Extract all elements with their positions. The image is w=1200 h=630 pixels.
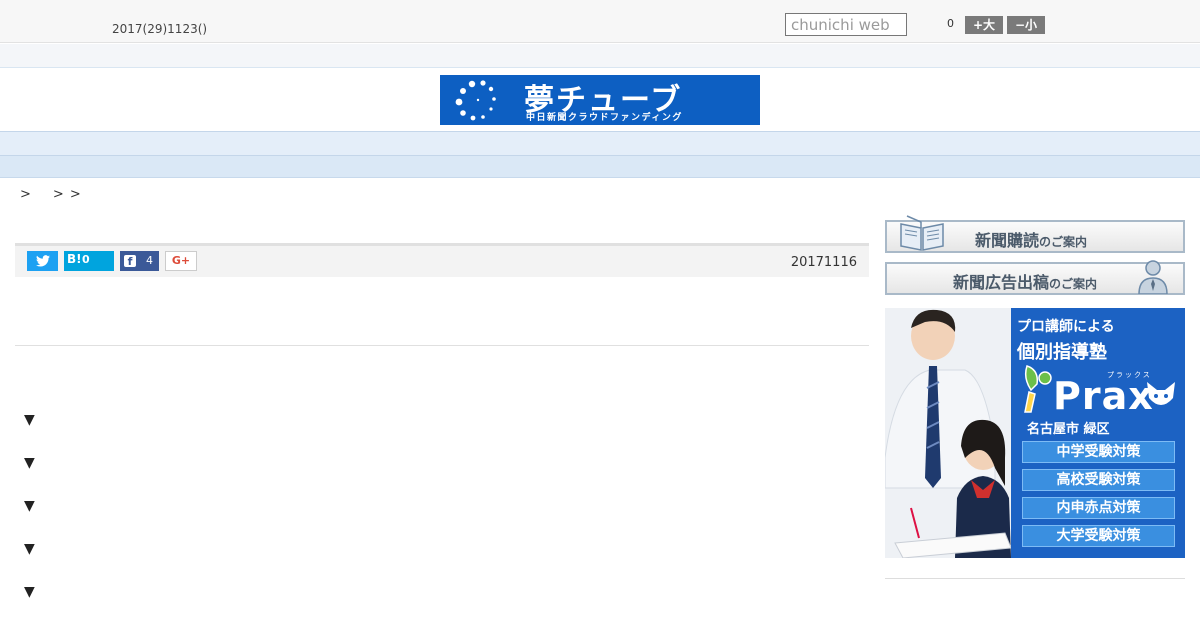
subscription-label-suffix: のご案内	[1039, 235, 1088, 249]
facebook-count: 4	[146, 254, 153, 267]
breadcrumb: > > >	[20, 187, 103, 202]
dots-ring-icon	[455, 80, 496, 121]
ad-course-item: 大学受験対策	[1022, 525, 1175, 547]
breadcrumb-separator: >	[52, 187, 64, 202]
list-marker[interactable]: ▼	[24, 498, 35, 514]
list-marker[interactable]: ▼	[24, 412, 35, 428]
teacher-student-illustration	[885, 308, 1012, 558]
advertising-label: 新聞広告出稿のご案内	[953, 269, 1097, 293]
facebook-icon: f	[124, 255, 136, 268]
ad-brand-name: Prax	[1053, 374, 1154, 418]
ad-headline: プロ講師による 個別指導塾	[1017, 316, 1115, 364]
sub-nav	[0, 156, 1200, 178]
advertising-label-main: 新聞広告出稿	[953, 273, 1050, 292]
ad-course-item: 高校受験対策	[1022, 469, 1175, 491]
article-date: 20171116	[790, 255, 857, 270]
site-logo[interactable]: 夢チューブ 中日新聞クラウドファンディング	[440, 75, 760, 125]
breadcrumb-separator: >	[20, 187, 31, 202]
fox-icon	[1147, 382, 1175, 405]
ad-location: 名古屋市 緑区	[1027, 422, 1110, 437]
list-marker[interactable]: ▼	[24, 541, 35, 557]
main-nav	[0, 131, 1200, 156]
advertising-label-suffix: のご案内	[1049, 277, 1098, 291]
subscription-label: 新聞購読のご案内	[975, 227, 1087, 251]
newspaper-advertising-banner[interactable]: 新聞広告出稿のご案内	[885, 260, 1185, 295]
businessman-icon	[1138, 260, 1168, 294]
ad-course-item: 内申赤点対策	[1022, 497, 1175, 519]
hatena-icon: B!	[67, 252, 82, 266]
list-marker[interactable]: ▼	[24, 584, 35, 600]
prax-tutoring-ad[interactable]: プロ講師による 個別指導塾 プラックス Prax 名古屋市 緑区 中学受験対策 …	[885, 308, 1185, 558]
teacher-student-photo	[885, 308, 1012, 558]
list-marker[interactable]: ▼	[24, 455, 35, 471]
hatena-bookmark-button[interactable]: B! 0	[64, 251, 114, 271]
top-bar: 2017(29)1123() 0 +大 −小	[0, 0, 1200, 43]
font-size-increase-button[interactable]: +大	[965, 16, 1003, 34]
hatena-count: 0	[82, 253, 90, 266]
ad-headline-line1: プロ講師による	[1017, 319, 1115, 335]
google-plus-share-button[interactable]: G+	[165, 251, 197, 271]
breadcrumb-separator: >	[69, 187, 81, 202]
font-size-decrease-button[interactable]: −小	[1007, 16, 1045, 34]
ad-headline-line2: 個別指導塾	[1017, 342, 1107, 363]
subscription-label-main: 新聞購読	[975, 231, 1040, 250]
search-input[interactable]	[785, 13, 907, 36]
ad-course-item: 中学受験対策	[1022, 441, 1175, 463]
open-book-icon	[900, 215, 944, 251]
logo-subtitle: 中日新聞クラウドファンディング	[526, 113, 683, 123]
sidebar-divider	[885, 578, 1185, 579]
current-date: 2017(29)1123()	[112, 22, 208, 36]
share-bar: B! 0 f 4 G+ 20171116	[15, 243, 869, 277]
header-strip	[0, 44, 1200, 68]
newspaper-subscription-banner[interactable]: 新聞購読のご案内	[885, 215, 1185, 253]
twitter-share-button[interactable]	[27, 251, 58, 271]
facebook-share-button[interactable]: f 4	[120, 251, 159, 271]
pencil-leaf-icon	[1024, 365, 1052, 413]
font-size-indicator: 0	[947, 17, 954, 30]
divider	[15, 345, 869, 346]
twitter-icon	[35, 255, 50, 267]
